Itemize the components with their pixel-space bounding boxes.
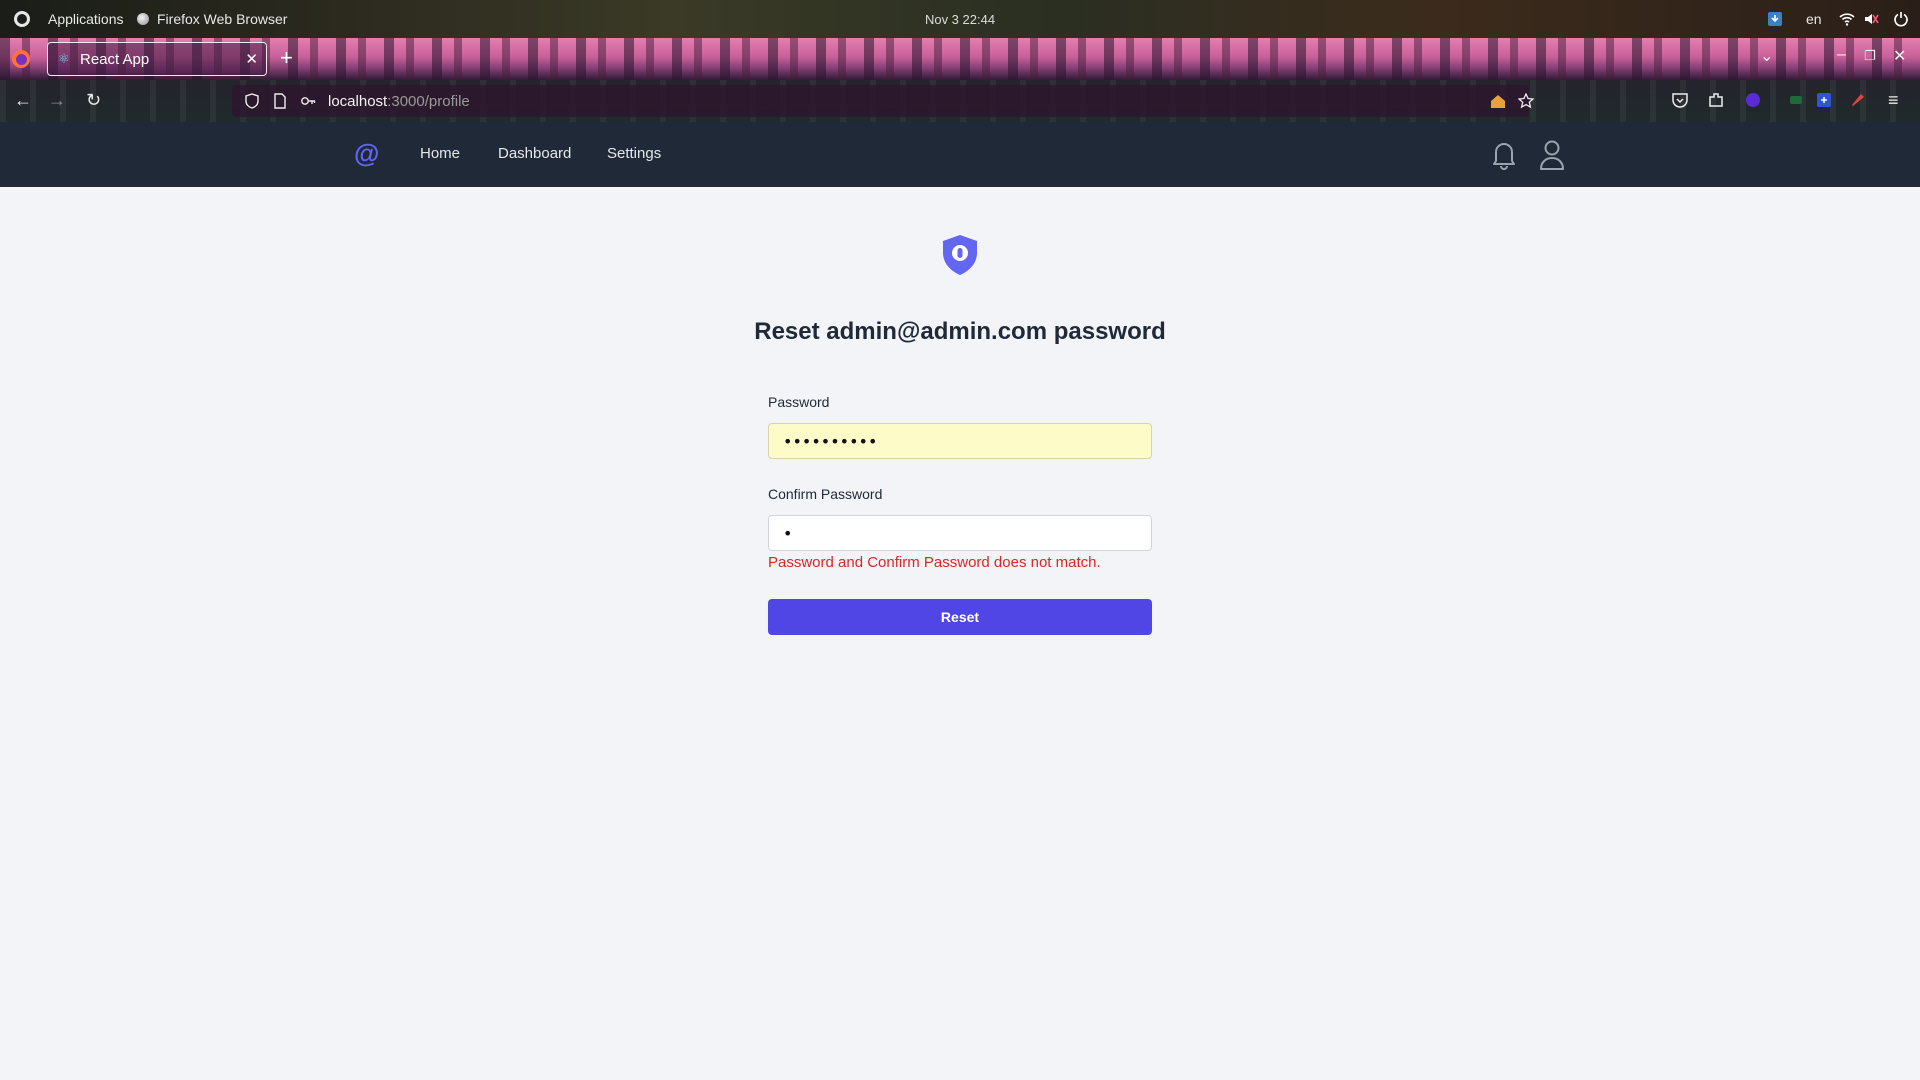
- pocket-icon[interactable]: [1671, 91, 1689, 109]
- extension-blue-icon[interactable]: [1815, 91, 1833, 109]
- clock[interactable]: Nov 3 22:44: [925, 0, 995, 38]
- browser-tab-strip: ⚛ React App ✕ + ⌄ – ❐ ✕: [0, 38, 1920, 80]
- extensions-icon[interactable]: [1707, 91, 1725, 109]
- page-title: Reset admin@admin.com password: [754, 318, 1166, 345]
- volume-muted-icon[interactable]: [1863, 0, 1879, 38]
- language-indicator[interactable]: en: [1806, 0, 1822, 38]
- url-bar[interactable]: localhost:3000/profile: [232, 85, 1534, 117]
- password-input[interactable]: [768, 423, 1152, 459]
- page-info-icon[interactable]: [272, 93, 288, 109]
- error-message: Password and Confirm Password does not m…: [768, 554, 1101, 571]
- list-all-tabs-icon[interactable]: ⌄: [1760, 46, 1773, 66]
- browser-nav-bar: ← → ↻ localhost:3000/profile ≡: [0, 80, 1920, 122]
- close-window-button[interactable]: ✕: [1893, 46, 1906, 66]
- app-logo[interactable]: @: [354, 138, 379, 168]
- download-tray-icon[interactable]: [1767, 0, 1783, 38]
- applications-label: Applications: [48, 11, 124, 27]
- extension-red-icon[interactable]: [1849, 91, 1867, 109]
- firefox-menu-icon[interactable]: [11, 49, 31, 69]
- wifi-icon[interactable]: [1839, 0, 1855, 38]
- confirm-password-label: Confirm Password: [768, 486, 883, 502]
- reset-button[interactable]: Reset: [768, 599, 1152, 635]
- firefox-icon: [137, 13, 149, 25]
- power-icon[interactable]: [1893, 0, 1909, 38]
- react-favicon-icon: ⚛: [58, 51, 70, 66]
- new-tab-button[interactable]: +: [280, 46, 293, 70]
- activities-icon: [14, 11, 30, 27]
- reload-button[interactable]: ↻: [86, 90, 101, 110]
- tab-react-app[interactable]: ⚛ React App ✕: [47, 42, 267, 76]
- active-app-menu[interactable]: Firefox Web Browser: [137, 0, 287, 38]
- user-icon[interactable]: [1539, 139, 1565, 171]
- bookmark-star-icon[interactable]: [1518, 85, 1534, 117]
- back-button[interactable]: ←: [14, 90, 32, 110]
- home-icon[interactable]: [1490, 85, 1506, 117]
- nav-link-settings[interactable]: Settings: [607, 145, 661, 162]
- url-host: localhost: [328, 92, 388, 110]
- password-label: Password: [768, 394, 830, 410]
- hamburger-menu-icon[interactable]: ≡: [1888, 90, 1899, 110]
- forward-button[interactable]: →: [48, 90, 66, 110]
- restore-button[interactable]: ❐: [1864, 48, 1876, 64]
- active-app-label: Firefox Web Browser: [157, 11, 288, 27]
- key-icon[interactable]: [300, 93, 316, 109]
- language-label: en: [1806, 11, 1822, 27]
- tab-close-icon[interactable]: ✕: [245, 50, 258, 68]
- shield-tracking-icon[interactable]: [244, 93, 260, 109]
- applications-menu[interactable]: Applications: [48, 0, 124, 38]
- extension-green-icon[interactable]: [1787, 91, 1805, 109]
- bell-icon[interactable]: [1491, 140, 1517, 170]
- extension-purple-icon[interactable]: [1744, 91, 1762, 109]
- nav-link-home[interactable]: Home: [420, 145, 460, 162]
- nav-link-dashboard[interactable]: Dashboard: [498, 145, 571, 162]
- activities-button[interactable]: [14, 0, 30, 38]
- shield-lock-icon: [943, 235, 977, 275]
- app-navbar: @ Home Dashboard Settings: [0, 122, 1920, 187]
- clock-label: Nov 3 22:44: [924, 11, 996, 27]
- tab-title: React App: [80, 50, 150, 68]
- minimize-button[interactable]: –: [1837, 46, 1846, 64]
- confirm-password-input[interactable]: [768, 515, 1152, 551]
- os-top-bar: Applications Firefox Web Browser Nov 3 2…: [0, 0, 1920, 38]
- url-path: :3000/profile: [387, 92, 470, 110]
